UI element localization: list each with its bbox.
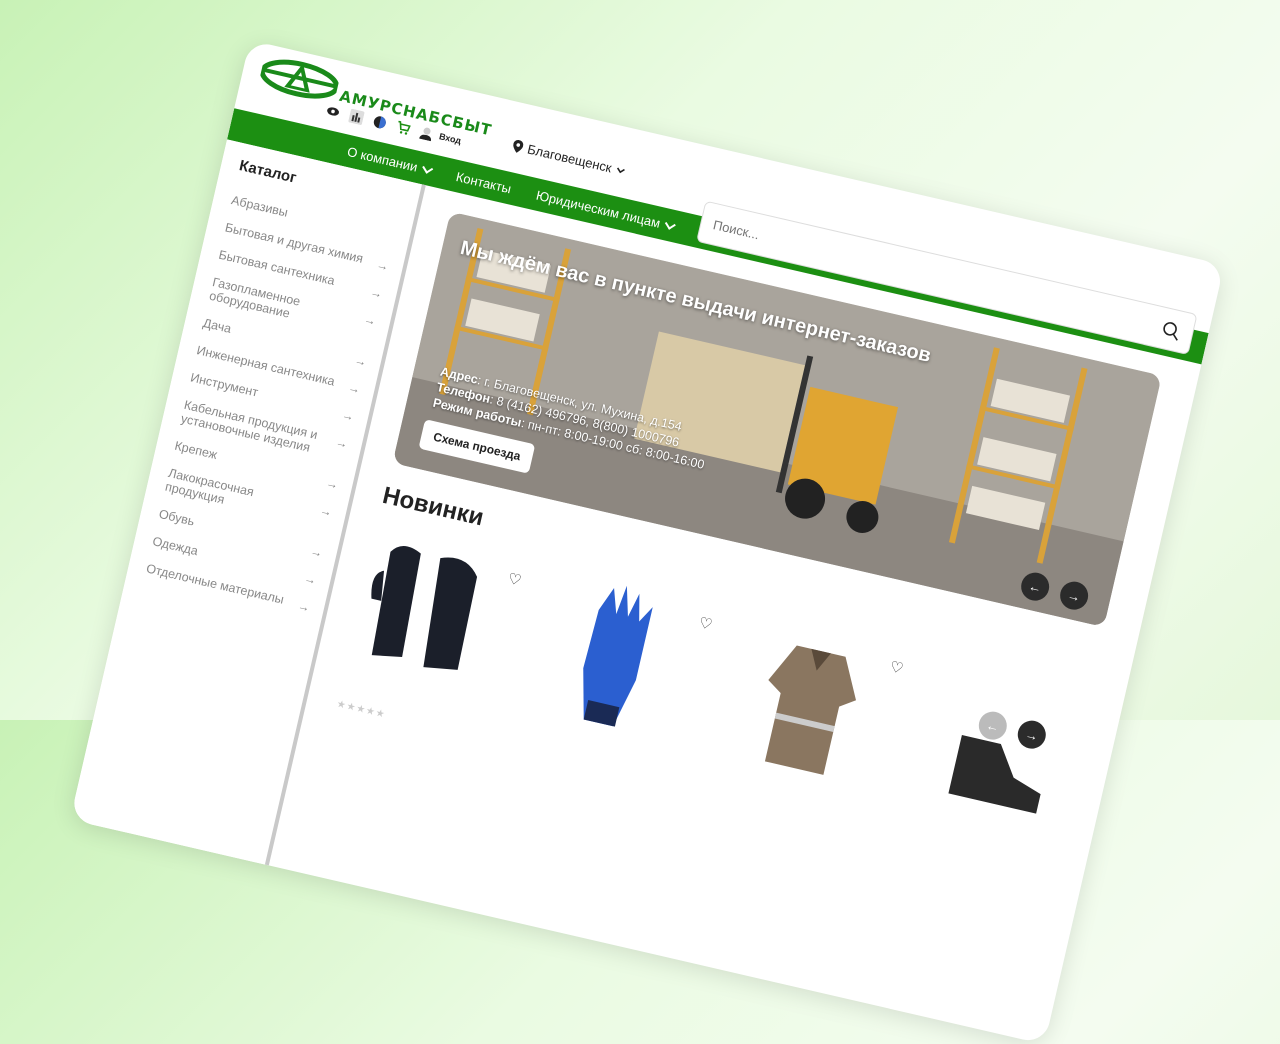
location-pin-icon [513, 140, 524, 153]
user-icon[interactable] [418, 125, 435, 142]
nav-item-label: Контакты [454, 168, 513, 196]
balance-icon[interactable] [371, 114, 388, 131]
rating-stars: ★★★★★ [335, 698, 387, 721]
city-name: Благовещенск [525, 141, 614, 176]
favorite-heart-icon[interactable]: ♡ [697, 613, 714, 634]
product-card[interactable]: ♡ [719, 616, 913, 818]
arrow-right-icon: → [318, 502, 334, 520]
product-card[interactable]: ♡ ★★★★★ [335, 528, 531, 730]
product-card[interactable]: ← → [910, 660, 1104, 862]
arrow-right-icon: → [362, 312, 378, 329]
catalog-item-label: Обувь [157, 506, 196, 529]
arrow-right-icon: → [309, 543, 324, 561]
arrow-right-icon: → [346, 380, 362, 397]
gloves-image [583, 585, 653, 727]
jacket-image [764, 645, 857, 775]
browser-page: АМУРСНАБСБЫТ Вход Благовещенск О компани… [70, 40, 1225, 1044]
chevron-down-icon [422, 162, 434, 174]
login-link[interactable]: Вход [438, 131, 462, 146]
compare-icon[interactable] [348, 108, 365, 126]
catalog-item-label: Крепеж [173, 438, 219, 463]
mittens-image [371, 546, 478, 670]
eye-icon[interactable] [325, 103, 342, 120]
arrow-right-icon: → [368, 284, 384, 302]
catalog-item-label: Абразивы [229, 193, 290, 220]
new-items-title: Новинки [379, 481, 487, 532]
arrow-right-icon: → [353, 352, 369, 370]
chevron-down-icon [664, 218, 676, 230]
chevron-down-icon [617, 167, 626, 173]
product-card[interactable]: ♡ [528, 572, 722, 774]
arrow-right-icon: → [334, 434, 350, 452]
arrow-right-icon: → [324, 475, 340, 493]
logo-emblem-icon [259, 59, 340, 99]
arrow-right-icon: → [302, 571, 318, 588]
arrow-right-icon: → [340, 407, 356, 424]
city-selector[interactable]: Благовещенск [511, 138, 626, 178]
boot-image [948, 734, 1041, 814]
favorite-heart-icon[interactable]: ♡ [888, 657, 905, 678]
arrow-right-icon: → [375, 257, 391, 274]
favorite-heart-icon[interactable]: ♡ [506, 569, 523, 590]
cart-icon[interactable] [395, 119, 412, 136]
catalog-item-label: Одежда [151, 534, 200, 559]
nav-item-contacts[interactable]: Контакты [455, 169, 513, 196]
arrow-right-icon: → [296, 598, 312, 615]
search-icon[interactable] [1160, 320, 1182, 342]
catalog-item-label: Дача [201, 315, 233, 336]
